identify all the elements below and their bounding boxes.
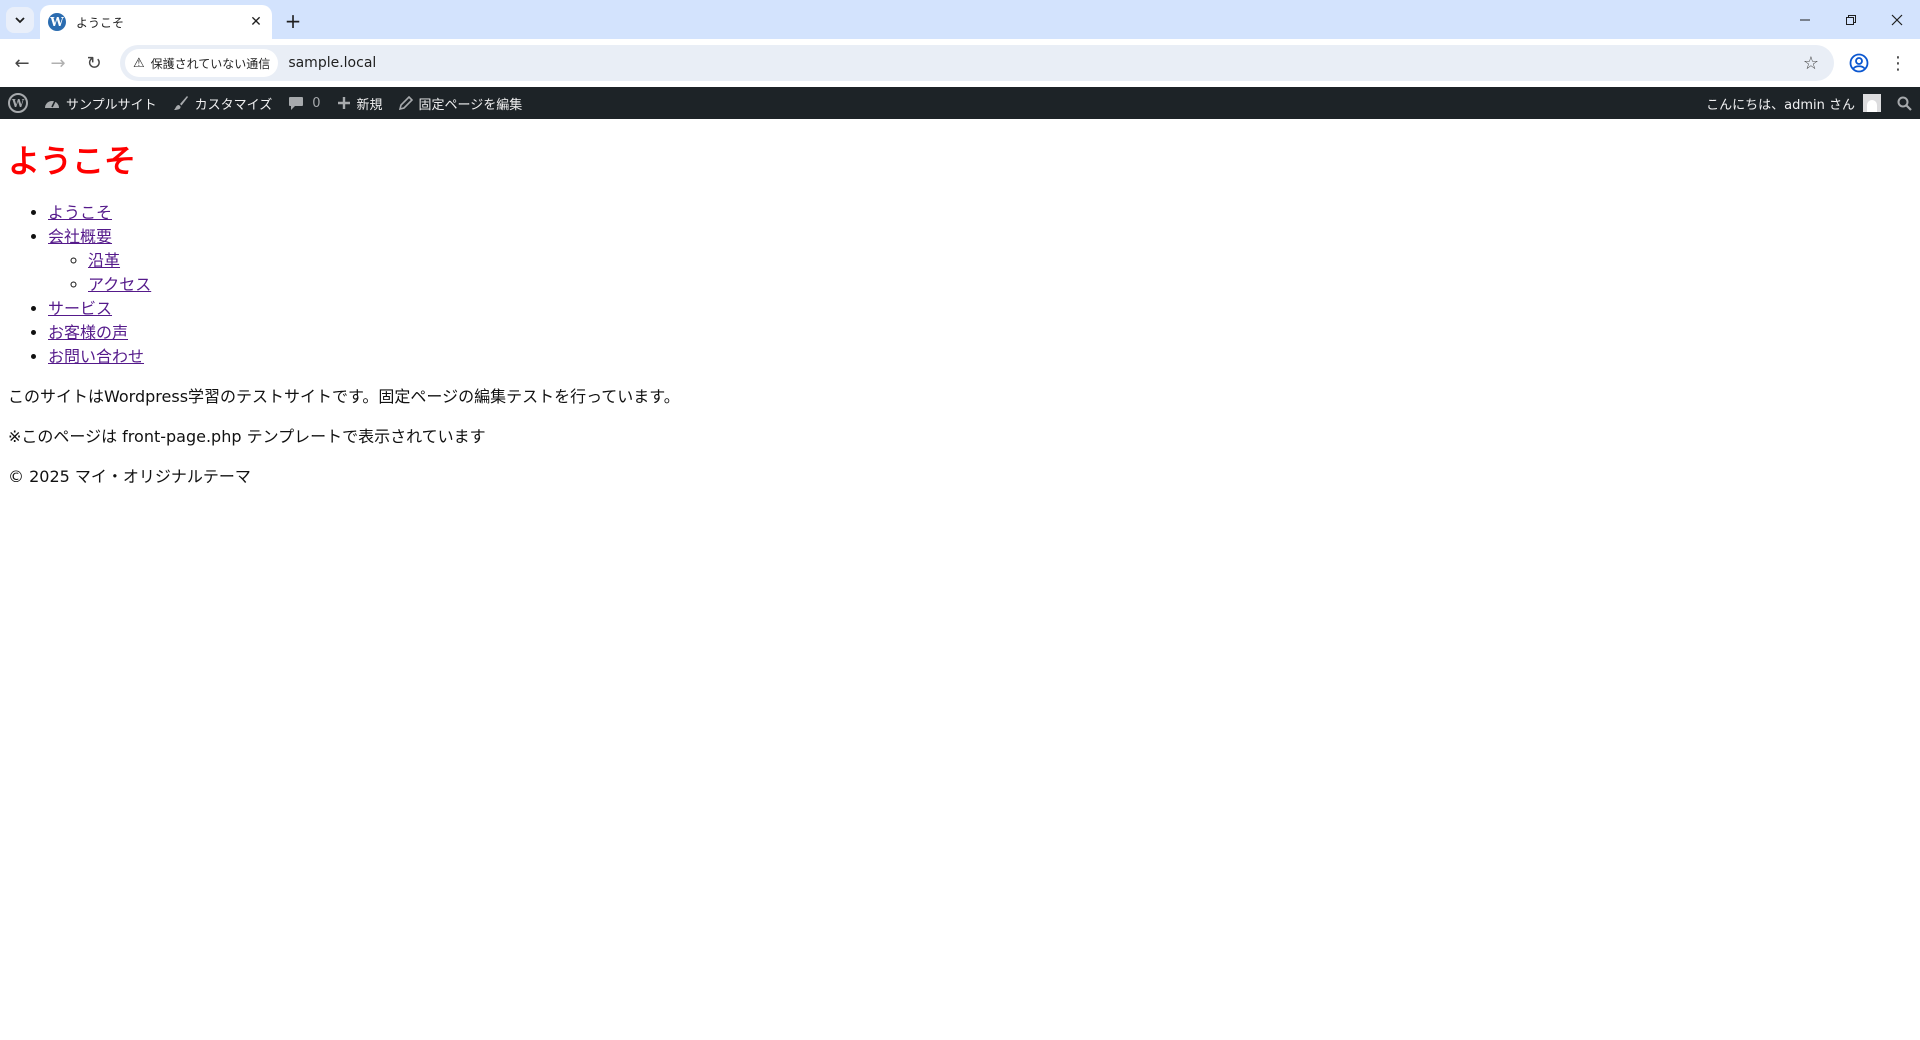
footer-copyright: © 2025 マイ・オリジナルテーマ	[8, 467, 251, 486]
wordpress-favicon-icon: W	[48, 13, 66, 31]
greeting-label: こんにちは、admin さん	[1706, 97, 1855, 113]
sub-navigation: 沿革 アクセス	[48, 249, 1912, 297]
nav-link-contact[interactable]: お問い合わせ	[48, 347, 144, 366]
comment-icon	[288, 96, 304, 111]
tab-search-button[interactable]	[6, 7, 34, 33]
nav-link-voice[interactable]: お客様の声	[48, 323, 128, 342]
restore-button[interactable]	[1828, 0, 1874, 39]
pencil-icon	[398, 96, 413, 110]
page-title: ようこそ	[8, 142, 137, 180]
nav-link-welcome[interactable]: ようこそ	[48, 203, 112, 222]
reload-button[interactable]: ↻	[80, 49, 108, 77]
admin-bar-customize[interactable]: カスタマイズ	[165, 87, 281, 119]
wp-admin-bar: W サンプルサイト カスタマイズ 0 新規 固定ページを編集 こんにちは、adm…	[0, 87, 1920, 119]
bookmark-button[interactable]: ☆	[1796, 48, 1826, 78]
avatar	[1863, 94, 1881, 112]
nav-link-access[interactable]: アクセス	[88, 275, 151, 294]
url-text[interactable]: sample.local	[288, 55, 1796, 71]
nav-link-history[interactable]: 沿革	[88, 251, 120, 270]
nav-item: サービス	[48, 297, 1912, 321]
tab-title: ようこそ	[76, 15, 125, 30]
star-icon: ☆	[1802, 52, 1820, 74]
admin-bar-search[interactable]	[1889, 87, 1920, 119]
site-navigation: ようこそ 会社概要 沿革 アクセス サービス お客様の声 お問い合わせ	[8, 201, 1912, 369]
back-button[interactable]: ←	[8, 49, 36, 77]
minimize-button[interactable]	[1782, 0, 1828, 39]
kebab-menu-icon: ⋮	[1889, 52, 1907, 74]
nav-item: お客様の声	[48, 321, 1912, 345]
nav-subitem: 沿革	[88, 249, 1912, 273]
security-label: 保護されていない通信	[150, 56, 271, 71]
admin-bar-my-account[interactable]: こんにちは、admin さん	[1698, 87, 1889, 119]
forward-button[interactable]: →	[44, 49, 72, 77]
chevron-down-icon	[15, 17, 25, 24]
close-tab-icon[interactable]: ✕	[246, 12, 266, 32]
nav-link-company[interactable]: 会社概要	[48, 227, 112, 246]
search-icon	[1897, 96, 1912, 111]
template-note: ※このページは front-page.php テンプレートで表示されています	[8, 427, 486, 446]
profile-icon	[1849, 53, 1869, 73]
browser-toolbar: ← → ↻ ⚠ 保護されていない通信 sample.local ☆ ⋮	[0, 39, 1920, 87]
back-arrow-icon: ←	[14, 52, 30, 74]
address-bar[interactable]: ⚠ 保護されていない通信 sample.local ☆	[120, 45, 1834, 81]
comments-count: 0	[312, 95, 321, 111]
admin-bar-new[interactable]: 新規	[329, 87, 391, 119]
warning-icon: ⚠	[133, 55, 145, 71]
site-name-label: サンプルサイト	[66, 97, 157, 113]
admin-bar-site-name[interactable]: サンプルサイト	[36, 87, 165, 119]
browser-tab[interactable]: W ようこそ ✕	[40, 5, 272, 39]
intro-paragraph: このサイトはWordpress学習のテストサイトです。固定ページの編集テストを行…	[8, 387, 680, 406]
nav-item: お問い合わせ	[48, 345, 1912, 369]
forward-arrow-icon: →	[50, 52, 66, 74]
reload-icon: ↻	[86, 52, 102, 74]
close-window-button[interactable]	[1874, 0, 1920, 39]
browser-menu-button[interactable]: ⋮	[1886, 50, 1910, 76]
edit-page-label: 固定ページを編集	[418, 97, 523, 113]
restore-icon	[1846, 14, 1856, 25]
nav-subitem: アクセス	[88, 273, 1912, 297]
profile-button[interactable]	[1846, 50, 1872, 76]
admin-bar-edit-page[interactable]: 固定ページを編集	[391, 87, 531, 119]
close-icon	[1891, 14, 1903, 25]
dashboard-icon	[44, 96, 60, 110]
nav-item: ようこそ	[48, 201, 1912, 225]
new-tab-button[interactable]: +	[280, 8, 306, 34]
plus-icon	[337, 96, 351, 110]
nav-item: 会社概要 沿革 アクセス	[48, 225, 1912, 297]
page-content: ようこそ ようこそ 会社概要 沿革 アクセス サービス お客様の声 お問い合わせ…	[0, 119, 1920, 489]
tab-strip: W ようこそ ✕ +	[0, 0, 1920, 39]
wordpress-logo-icon: W	[8, 93, 28, 113]
wp-logo-menu[interactable]: W	[0, 87, 36, 119]
minimize-icon	[1800, 19, 1810, 20]
new-label: 新規	[356, 97, 383, 113]
customize-label: カスタマイズ	[194, 97, 273, 113]
admin-bar-comments[interactable]: 0	[280, 87, 328, 119]
security-chip[interactable]: ⚠ 保護されていない通信	[125, 49, 279, 77]
brush-icon	[173, 95, 189, 111]
nav-link-service[interactable]: サービス	[48, 299, 112, 318]
